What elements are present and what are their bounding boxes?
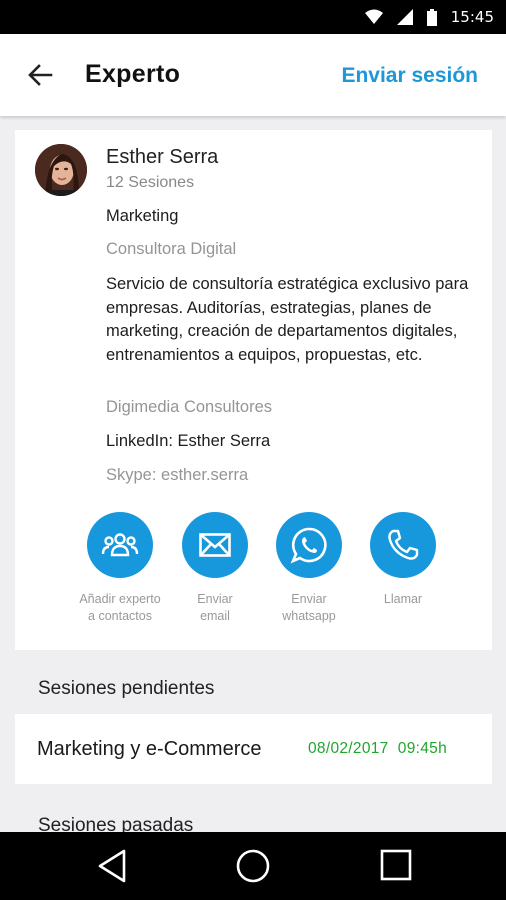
- session-count: 12 Sesiones: [106, 174, 195, 191]
- send-whatsapp-button[interactable]: Enviar whatsapp: [262, 512, 356, 625]
- clock: 15:45: [450, 8, 494, 26]
- nav-back-icon[interactable]: [93, 848, 133, 884]
- expert-linkedin[interactable]: LinkedIn: Esther Serra: [106, 432, 270, 451]
- expert-company: Digimedia Consultores: [106, 398, 272, 416]
- send-email-label-2: email: [200, 609, 230, 623]
- expert-card: Esther Serra 12 Sesiones Marketing Consu…: [15, 130, 492, 650]
- add-contact-label-1: Añadir experto: [79, 592, 161, 606]
- send-session-button[interactable]: Enviar sesión: [341, 64, 478, 88]
- expert-role: Consultora Digital: [106, 240, 237, 258]
- expert-name: Esther Serra: [106, 146, 219, 168]
- expert-skype[interactable]: Skype: esther.serra: [106, 466, 248, 485]
- battery-icon: [426, 8, 437, 26]
- contact-actions: Añadir experto a contactos Enviar email En…: [73, 512, 453, 625]
- expert-description: Servicio de consultoría estratégica excl…: [106, 275, 469, 364]
- expert-category: Marketing: [106, 207, 179, 225]
- add-contact-label-2: a contactos: [88, 609, 152, 623]
- session-datetime: 08/02/2017 09:45h: [308, 740, 447, 757]
- wifi-icon: [364, 9, 383, 24]
- group-icon: [101, 533, 139, 557]
- session-name: Marketing y e-Commerce: [37, 737, 262, 760]
- app-bar: Experto Enviar sesión: [0, 34, 506, 116]
- avatar: [35, 144, 87, 196]
- signal-icon: [396, 9, 413, 25]
- send-email-button[interactable]: Enviar email: [168, 512, 262, 625]
- call-label: Llamar: [383, 592, 423, 606]
- call-button[interactable]: Llamar: [356, 512, 450, 608]
- add-contact-button[interactable]: Añadir experto a contactos: [73, 512, 167, 625]
- navigation-bar: [0, 832, 506, 900]
- page-title: Experto: [85, 60, 181, 88]
- send-email-label-1: Enviar: [197, 592, 233, 606]
- mail-icon: [199, 533, 231, 557]
- status-bar: 15:45: [0, 0, 506, 34]
- pending-sessions-title: Sesiones pendientes: [38, 678, 215, 699]
- nav-home-icon[interactable]: [233, 848, 273, 884]
- send-whatsapp-label-1: Enviar: [291, 592, 327, 606]
- whatsapp-icon: [290, 527, 327, 564]
- send-whatsapp-label-2: whatsapp: [282, 609, 336, 623]
- back-arrow-icon[interactable]: [24, 60, 56, 92]
- phone-icon: [388, 529, 419, 560]
- session-item[interactable]: Marketing y e-Commerce 08/02/2017 09:45h: [15, 714, 492, 784]
- nav-recents-icon[interactable]: [376, 848, 416, 884]
